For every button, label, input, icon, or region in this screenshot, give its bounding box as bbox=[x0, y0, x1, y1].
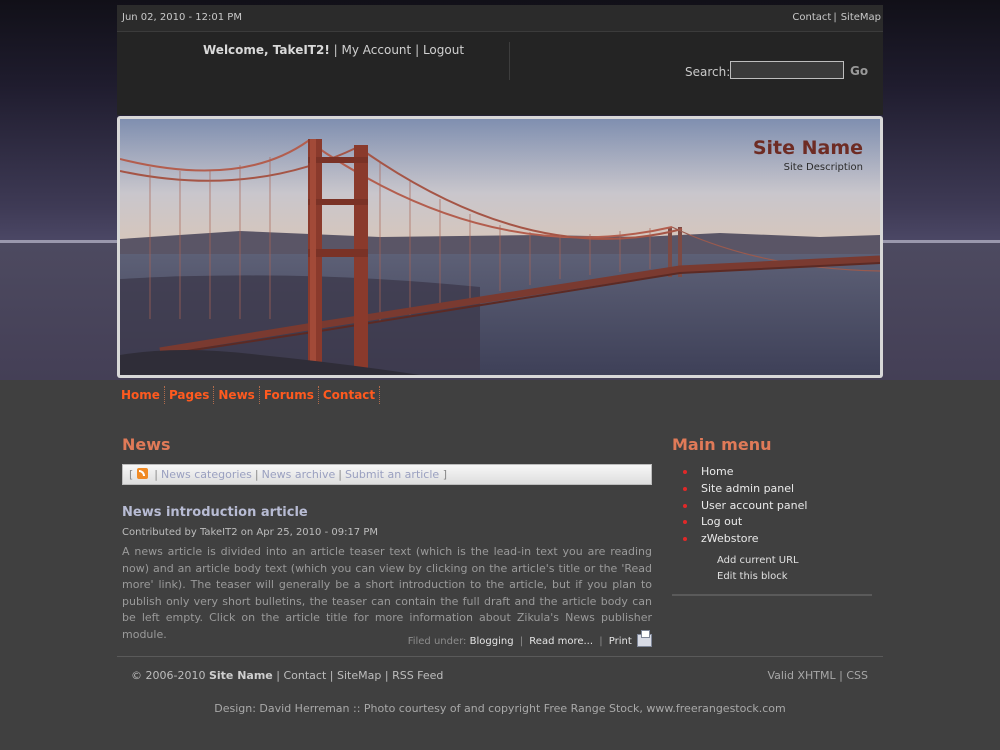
footer-sitemap-link[interactable]: SiteMap bbox=[337, 669, 381, 682]
welcome-message: Welcome, TakeIT2! | My Account | Logout bbox=[203, 43, 464, 57]
search-go-button[interactable]: Go bbox=[850, 64, 868, 78]
separator: | bbox=[415, 43, 420, 57]
separator: | bbox=[384, 669, 389, 682]
valid-xhtml-link[interactable]: Valid XHTML bbox=[767, 669, 835, 682]
article-meta: Contributed by TakeIT2 on Apr 25, 2010 -… bbox=[122, 527, 379, 538]
news-toolbar: [ | News categories | News archive | Submit a… bbox=[122, 464, 652, 485]
separator: | bbox=[329, 669, 334, 682]
bracket: [ bbox=[129, 468, 134, 481]
separator: | bbox=[338, 468, 342, 481]
add-current-url-link[interactable]: Add current URL bbox=[717, 553, 799, 569]
user-bar: Welcome, TakeIT2! | My Account | Logout … bbox=[117, 32, 883, 115]
site-banner: Site Name Site Description bbox=[117, 116, 883, 378]
print-link[interactable]: Print bbox=[609, 636, 632, 647]
menu-item-site-admin[interactable]: Site admin panel bbox=[683, 481, 807, 498]
separator: | bbox=[154, 468, 159, 481]
top-bar: Jun 02, 2010 - 12:01 PM Contact | SiteMap bbox=[117, 5, 883, 32]
top-links: Contact | SiteMap bbox=[792, 12, 881, 23]
top-contact-link[interactable]: Contact bbox=[792, 12, 831, 23]
main-menu-heading: Main menu bbox=[672, 435, 772, 454]
rss-icon[interactable] bbox=[136, 468, 148, 479]
bracket: ] bbox=[442, 468, 447, 481]
footer-links: © 2006-2010 Site Name | Contact | SiteMa… bbox=[131, 669, 443, 682]
footer-rss-link[interactable]: RSS Feed bbox=[392, 669, 443, 682]
nav-news[interactable]: News bbox=[214, 386, 260, 404]
copyright-text: © 2006-2010 bbox=[131, 669, 206, 682]
site-description: Site Description bbox=[783, 162, 863, 173]
main-menu-list: Home Site admin panel User account panel… bbox=[683, 464, 807, 548]
separator: | bbox=[254, 468, 259, 481]
site-name[interactable]: Site Name bbox=[753, 137, 863, 159]
menu-item-zwebstore[interactable]: zWebstore bbox=[683, 531, 807, 548]
footer-divider bbox=[117, 656, 883, 657]
filed-under-label: Filed under: bbox=[407, 636, 467, 647]
footer-site-name: Site Name bbox=[208, 669, 273, 682]
article-footer: Filed under: Blogging | Read more... | P… bbox=[407, 630, 652, 647]
separator: | bbox=[333, 43, 338, 57]
main-navigation: Home Pages News Forums Contact bbox=[117, 386, 883, 404]
search-input[interactable] bbox=[730, 61, 844, 79]
article-title[interactable]: News introduction article bbox=[122, 505, 308, 520]
submit-article-link[interactable]: Submit an article bbox=[345, 468, 439, 481]
welcome-text: Welcome, TakeIT2! bbox=[203, 43, 330, 57]
nav-forums[interactable]: Forums bbox=[260, 386, 319, 404]
menu-item-logout[interactable]: Log out bbox=[683, 514, 807, 531]
edit-block-link[interactable]: Edit this block bbox=[717, 569, 799, 585]
menu-block-actions: Add current URL Edit this block bbox=[717, 553, 799, 585]
top-sitemap-link[interactable]: SiteMap bbox=[841, 12, 881, 23]
news-categories-link[interactable]: News categories bbox=[161, 468, 252, 481]
separator: | bbox=[276, 669, 280, 682]
category-link[interactable]: Blogging bbox=[470, 636, 514, 647]
news-archive-link[interactable]: News archive bbox=[262, 468, 336, 481]
logout-link[interactable]: Logout bbox=[423, 43, 464, 57]
separator: | bbox=[833, 12, 837, 23]
design-credits: Design: David Herreman :: Photo courtesy… bbox=[214, 702, 786, 715]
nav-contact[interactable]: Contact bbox=[319, 386, 381, 404]
news-heading: News bbox=[122, 435, 171, 454]
sidebar-divider bbox=[672, 594, 872, 596]
footer-contact-link[interactable]: Contact bbox=[283, 669, 326, 682]
css-link[interactable]: CSS bbox=[846, 669, 868, 682]
nav-pages[interactable]: Pages bbox=[165, 386, 215, 404]
current-date: Jun 02, 2010 - 12:01 PM bbox=[122, 12, 242, 23]
vertical-divider bbox=[509, 42, 510, 80]
search-label: Search: bbox=[685, 65, 731, 79]
separator: | bbox=[599, 636, 603, 647]
separator: | bbox=[839, 669, 843, 682]
separator: | bbox=[519, 636, 524, 647]
menu-item-user-account[interactable]: User account panel bbox=[683, 498, 807, 515]
banner-photo: Site Name Site Description bbox=[120, 119, 880, 375]
printer-icon[interactable] bbox=[637, 630, 652, 647]
nav-home[interactable]: Home bbox=[117, 386, 165, 404]
read-more-link[interactable]: Read more... bbox=[529, 636, 593, 647]
my-account-link[interactable]: My Account bbox=[342, 43, 412, 57]
footer-validation-links: Valid XHTML | CSS bbox=[767, 669, 868, 682]
article-teaser: A news article is divided into an articl… bbox=[122, 545, 652, 641]
menu-item-home[interactable]: Home bbox=[683, 464, 807, 481]
